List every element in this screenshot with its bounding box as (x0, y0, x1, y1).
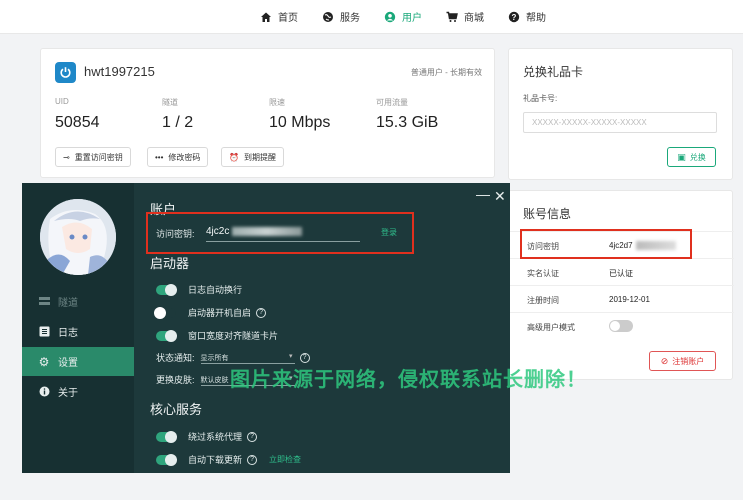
side-item-tunnel[interactable]: 隧道 (22, 287, 134, 316)
option-align-width: 窗口宽度对齐隧道卡片 (156, 329, 278, 342)
auto-update-toggle[interactable] (156, 453, 177, 466)
alarm-icon: ⏰ (229, 152, 239, 162)
section-core: 核心服务 (150, 402, 203, 417)
watermark-text: 图片来源于网络，侵权联系站长删除！ (230, 367, 587, 391)
account-row: 注册时间 2019-12-01 (509, 285, 734, 312)
help-icon[interactable]: ? (247, 431, 258, 442)
stat-uid-label: UID (55, 97, 69, 106)
log-wrap-toggle[interactable] (156, 283, 177, 296)
nav-home[interactable]: 首页 (260, 9, 298, 24)
cart-icon (446, 11, 458, 23)
gift-card-label: 礼品卡号: (523, 94, 558, 103)
stat-uid-value: 50854 (55, 114, 100, 131)
svg-text:?: ? (512, 13, 517, 22)
help-icon[interactable]: ? (247, 454, 258, 465)
top-nav: 首页 服务 用户 商城 ? 帮助 (0, 0, 743, 34)
gift-card-input[interactable] (523, 112, 717, 133)
stat-tunnel-label: 隧道 (162, 98, 178, 107)
dots-icon: ••• (155, 152, 164, 162)
account-info-panel: 账号信息 访问密钥 4jc2d7 实名认证 已认证 注册时间 2019-12-0… (508, 190, 734, 380)
nav-help[interactable]: ? 帮助 (508, 9, 546, 24)
change-password-button[interactable]: ••• 修改密码 (147, 147, 209, 167)
autostart-toggle[interactable] (154, 306, 176, 319)
help-icon[interactable]: ? (299, 352, 310, 363)
account-row: 高级用户模式 (509, 312, 734, 339)
highlight-box (146, 212, 414, 254)
advanced-mode-toggle[interactable] (609, 320, 633, 332)
question-icon: ? (508, 11, 520, 23)
username: hwt1997215 (84, 64, 155, 79)
stat-speed-label: 限速 (269, 98, 285, 107)
gift-title: 兑换礼品卡 (523, 65, 584, 79)
close-button[interactable]: ✕ (494, 189, 506, 203)
user-icon (384, 11, 396, 23)
redeem-button[interactable]: ▣ 兑换 (667, 147, 716, 167)
stat-speed-value: 10 Mbps (269, 114, 331, 131)
option-auto-update: 自动下载更新 ? 立即检查 (156, 453, 301, 466)
globe-icon (322, 11, 334, 23)
highlight-box (520, 229, 692, 259)
cancel-account-button[interactable]: ⊘ 注销账户 (649, 351, 716, 371)
nav-user[interactable]: 用户 (384, 9, 422, 24)
side-item-settings[interactable]: ⚙ 设置 (22, 347, 134, 376)
reset-key-button[interactable]: ⊸ 重置访问密钥 (55, 147, 131, 167)
power-logo-icon (55, 62, 76, 83)
gift-icon: ▣ (677, 151, 686, 162)
stat-traffic-value: 15.3 GiB (376, 114, 439, 131)
plan-status: 普通用户 - 长期有效 (410, 68, 482, 77)
info-icon (38, 386, 50, 398)
gift-card-panel: 兑换礼品卡 礼品卡号: ▣ 兑换 (508, 48, 733, 180)
account-row: 实名认证 已认证 (509, 258, 734, 285)
log-icon (38, 326, 50, 338)
section-launcher: 启动器 (150, 256, 190, 271)
option-autostart: 启动器开机自启 ? (154, 306, 267, 319)
key-icon: ⊸ (63, 152, 70, 162)
option-log-wrap: 日志自动换行 (156, 283, 242, 296)
side-item-log[interactable]: 日志 (22, 317, 134, 346)
client-sidebar: 隧道 日志 ⚙ 设置 关于 (22, 183, 134, 473)
option-bypass-proxy: 绕过系统代理 ? (156, 430, 258, 443)
nav-service[interactable]: 服务 (322, 9, 360, 24)
nav-shop[interactable]: 商城 (446, 9, 484, 24)
bypass-proxy-toggle[interactable] (156, 430, 177, 443)
align-width-toggle[interactable] (156, 329, 177, 342)
avatar (40, 199, 116, 275)
home-icon (260, 11, 272, 23)
side-item-about[interactable]: 关于 (22, 377, 134, 406)
gear-icon: ⚙ (38, 354, 50, 369)
user-card: hwt1997215 普通用户 - 长期有效 UID 50854 隧道 1 / … (40, 48, 495, 178)
tunnel-icon (38, 296, 50, 308)
check-now-link[interactable]: 立即检查 (269, 454, 301, 465)
help-icon[interactable]: ? (256, 307, 267, 318)
account-title: 账号信息 (523, 207, 572, 221)
cancel-icon: ⊘ (660, 355, 669, 366)
stat-tunnel-value: 1 / 2 (162, 114, 194, 131)
minimize-button[interactable]: — (476, 187, 490, 201)
expiry-reminder-button[interactable]: ⏰ 到期提醒 (221, 147, 284, 167)
stat-traffic-label: 可用流量 (376, 98, 408, 107)
